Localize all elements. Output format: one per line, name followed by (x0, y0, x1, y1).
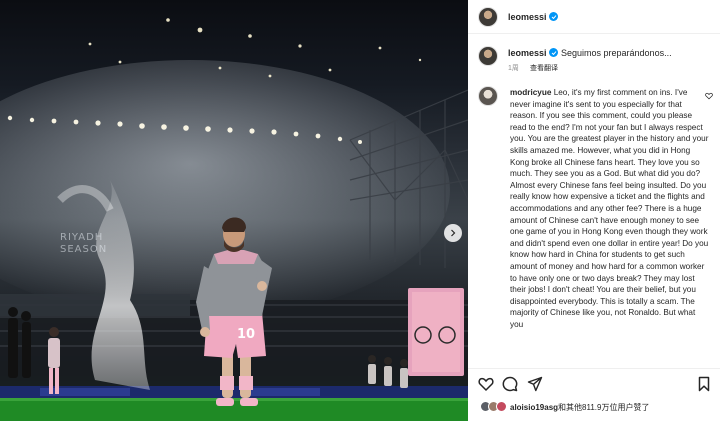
chevron-right-icon (451, 229, 456, 237)
header-username[interactable]: leomessi (508, 12, 547, 22)
caption-verified-badge-icon (549, 48, 558, 57)
liker-avatar (496, 401, 507, 412)
verified-badge-icon (549, 12, 558, 21)
caption-avatar[interactable] (478, 46, 498, 66)
caption-text: Seguimos preparándonos... (561, 48, 672, 58)
liker-username[interactable]: aloisio19asg (510, 403, 558, 412)
send-icon[interactable] (527, 376, 543, 392)
heart-icon[interactable] (478, 376, 494, 392)
next-photo-button[interactable] (444, 224, 462, 242)
action-bar (468, 368, 720, 396)
comment-text: Leo, it's my first comment on ins. I've … (510, 88, 709, 329)
stadium-illustration: 10 (0, 18, 468, 421)
author-avatar[interactable] (478, 7, 498, 27)
likes-suffix: 和其他811.9万位用户赞了 (558, 403, 650, 412)
comment-username[interactable]: modricyue (510, 88, 551, 97)
comment: modricyue Leo, it's my first comment on … (510, 87, 710, 330)
comment-like-heart-icon[interactable] (705, 92, 713, 100)
riyadh-season-watermark: RIYADH SEASON (60, 232, 108, 255)
likes-text: aloisio19asg和其他811.9万位用户赞了 (510, 402, 649, 413)
comment-icon[interactable] (502, 376, 518, 392)
post-header: leomessi (468, 0, 720, 34)
post-photo: 10 RIYADH SEASON (0, 0, 468, 421)
caption-username[interactable]: leomessi (508, 48, 547, 58)
translate-link[interactable]: 查看翻译 (530, 63, 558, 73)
svg-text:10: 10 (237, 327, 255, 342)
commenter-avatar[interactable] (478, 86, 498, 106)
caption-age: 1周 (508, 65, 519, 72)
post-details-panel: leomessi leomessi Seguimos preparándonos… (468, 0, 720, 421)
bookmark-icon[interactable] (696, 376, 712, 392)
